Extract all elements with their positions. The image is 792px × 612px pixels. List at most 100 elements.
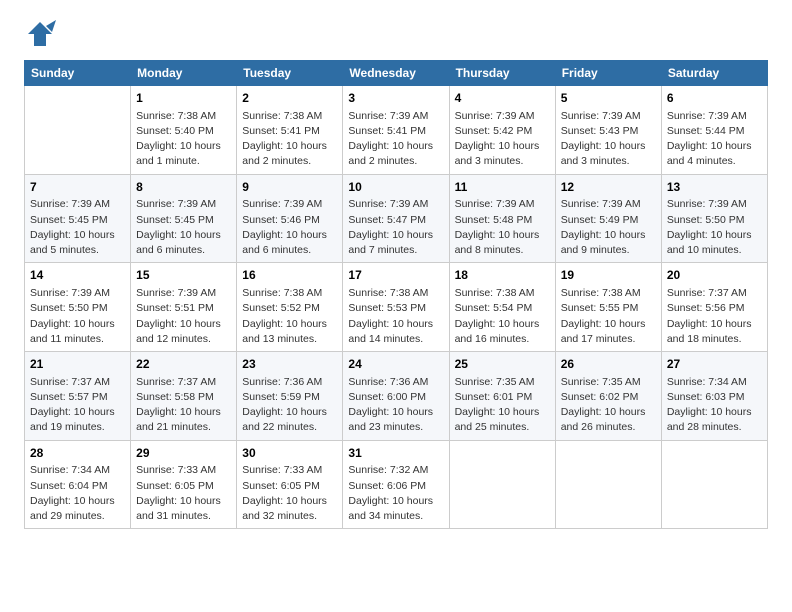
day-number: 24 — [348, 356, 443, 373]
calendar-header-row: SundayMondayTuesdayWednesdayThursdayFrid… — [25, 61, 768, 86]
day-number: 27 — [667, 356, 762, 373]
day-info: Sunrise: 7:39 AMSunset: 5:49 PMDaylight:… — [561, 197, 656, 258]
calendar-cell: 2 Sunrise: 7:38 AMSunset: 5:41 PMDaylight… — [237, 86, 343, 175]
day-number: 14 — [30, 267, 125, 284]
day-number: 18 — [455, 267, 550, 284]
calendar-cell: 8Sunrise: 7:39 AMSunset: 5:45 PMDaylight… — [131, 174, 237, 263]
day-info: Sunrise: 7:39 AMSunset: 5:50 PMDaylight:… — [30, 286, 125, 347]
day-number: 28 — [30, 445, 125, 462]
day-number: 4 — [455, 90, 550, 107]
day-info: Sunrise: 7:37 AMSunset: 5:57 PMDaylight:… — [30, 375, 125, 436]
day-info: Sunrise: 7:39 AMSunset: 5:41 PMDaylight:… — [348, 109, 443, 170]
day-info: Sunrise: 7:39 AMSunset: 5:48 PMDaylight:… — [455, 197, 550, 258]
day-info: Sunrise: 7:39 AMSunset: 5:51 PMDaylight:… — [136, 286, 231, 347]
day-info: Sunrise: 7:38 AMSunset: 5:40 PMDaylight:… — [136, 109, 231, 170]
day-info: Sunrise: 7:34 AMSunset: 6:04 PMDaylight:… — [30, 463, 125, 524]
day-number: 6 — [667, 90, 762, 107]
calendar-cell — [25, 86, 131, 175]
calendar-cell: 18Sunrise: 7:38 AMSunset: 5:54 PMDayligh… — [449, 263, 555, 352]
calendar-week-row: 21 Sunrise: 7:37 AMSunset: 5:57 PMDayligh… — [25, 352, 768, 441]
day-number: 20 — [667, 267, 762, 284]
day-info: Sunrise: 7:38 AMSunset: 5:52 PMDaylight:… — [242, 286, 337, 347]
calendar-cell: 13Sunrise: 7:39 AMSunset: 5:50 PMDayligh… — [661, 174, 767, 263]
calendar-cell — [555, 440, 661, 529]
logo-icon — [24, 20, 56, 48]
weekday-header: Sunday — [25, 61, 131, 86]
calendar-cell: 6 Sunrise: 7:39 AMSunset: 5:44 PMDaylight… — [661, 86, 767, 175]
calendar-cell: 12Sunrise: 7:39 AMSunset: 5:49 PMDayligh… — [555, 174, 661, 263]
logo — [24, 20, 58, 48]
day-info: Sunrise: 7:37 AMSunset: 5:56 PMDaylight:… — [667, 286, 762, 347]
day-number: 2 — [242, 90, 337, 107]
calendar-cell: 19 Sunrise: 7:38 AMSunset: 5:55 PMDayligh… — [555, 263, 661, 352]
calendar-cell: 20 Sunrise: 7:37 AMSunset: 5:56 PMDayligh… — [661, 263, 767, 352]
calendar-cell: 7Sunrise: 7:39 AMSunset: 5:45 PMDaylight… — [25, 174, 131, 263]
day-info: Sunrise: 7:37 AMSunset: 5:58 PMDaylight:… — [136, 375, 231, 436]
day-info: Sunrise: 7:35 AMSunset: 6:02 PMDaylight:… — [561, 375, 656, 436]
day-info: Sunrise: 7:38 AMSunset: 5:53 PMDaylight:… — [348, 286, 443, 347]
day-info: Sunrise: 7:38 AMSunset: 5:41 PMDaylight:… — [242, 109, 337, 170]
weekday-header: Thursday — [449, 61, 555, 86]
day-info: Sunrise: 7:39 AMSunset: 5:50 PMDaylight:… — [667, 197, 762, 258]
day-number: 13 — [667, 179, 762, 196]
day-info: Sunrise: 7:38 AMSunset: 5:55 PMDaylight:… — [561, 286, 656, 347]
calendar-cell: 28Sunrise: 7:34 AMSunset: 6:04 PMDayligh… — [25, 440, 131, 529]
day-number: 21 — [30, 356, 125, 373]
calendar-table: SundayMondayTuesdayWednesdayThursdayFrid… — [24, 60, 768, 529]
calendar-cell: 3 Sunrise: 7:39 AMSunset: 5:41 PMDaylight… — [343, 86, 449, 175]
day-number: 25 — [455, 356, 550, 373]
calendar-cell: 15 Sunrise: 7:39 AMSunset: 5:51 PMDayligh… — [131, 263, 237, 352]
day-info: Sunrise: 7:34 AMSunset: 6:03 PMDaylight:… — [667, 375, 762, 436]
day-number: 7 — [30, 179, 125, 196]
day-number: 15 — [136, 267, 231, 284]
day-info: Sunrise: 7:39 AMSunset: 5:45 PMDaylight:… — [30, 197, 125, 258]
day-number: 16 — [242, 267, 337, 284]
day-number: 12 — [561, 179, 656, 196]
weekday-header: Monday — [131, 61, 237, 86]
calendar-cell: 9Sunrise: 7:39 AMSunset: 5:46 PMDaylight… — [237, 174, 343, 263]
calendar-cell: 14 Sunrise: 7:39 AMSunset: 5:50 PMDayligh… — [25, 263, 131, 352]
day-number: 1 — [136, 90, 231, 107]
day-info: Sunrise: 7:36 AMSunset: 6:00 PMDaylight:… — [348, 375, 443, 436]
day-number: 31 — [348, 445, 443, 462]
weekday-header: Tuesday — [237, 61, 343, 86]
day-number: 5 — [561, 90, 656, 107]
calendar-cell — [661, 440, 767, 529]
day-number: 3 — [348, 90, 443, 107]
day-info: Sunrise: 7:39 AMSunset: 5:43 PMDaylight:… — [561, 109, 656, 170]
calendar-cell — [449, 440, 555, 529]
day-info: Sunrise: 7:39 AMSunset: 5:44 PMDaylight:… — [667, 109, 762, 170]
weekday-header: Saturday — [661, 61, 767, 86]
day-info: Sunrise: 7:36 AMSunset: 5:59 PMDaylight:… — [242, 375, 337, 436]
calendar-cell: 24 Sunrise: 7:36 AMSunset: 6:00 PMDayligh… — [343, 352, 449, 441]
calendar-cell: 25 Sunrise: 7:35 AMSunset: 6:01 PMDayligh… — [449, 352, 555, 441]
day-number: 11 — [455, 179, 550, 196]
day-number: 10 — [348, 179, 443, 196]
day-number: 29 — [136, 445, 231, 462]
calendar-cell: 10Sunrise: 7:39 AMSunset: 5:47 PMDayligh… — [343, 174, 449, 263]
page: SundayMondayTuesdayWednesdayThursdayFrid… — [0, 0, 792, 545]
day-info: Sunrise: 7:33 AMSunset: 6:05 PMDaylight:… — [136, 463, 231, 524]
calendar-week-row: 14 Sunrise: 7:39 AMSunset: 5:50 PMDayligh… — [25, 263, 768, 352]
day-info: Sunrise: 7:39 AMSunset: 5:46 PMDaylight:… — [242, 197, 337, 258]
day-number: 19 — [561, 267, 656, 284]
day-number: 9 — [242, 179, 337, 196]
day-info: Sunrise: 7:39 AMSunset: 5:47 PMDaylight:… — [348, 197, 443, 258]
day-info: Sunrise: 7:32 AMSunset: 6:06 PMDaylight:… — [348, 463, 443, 524]
calendar-cell: 5 Sunrise: 7:39 AMSunset: 5:43 PMDaylight… — [555, 86, 661, 175]
calendar-cell: 26 Sunrise: 7:35 AMSunset: 6:02 PMDayligh… — [555, 352, 661, 441]
day-number: 30 — [242, 445, 337, 462]
calendar-week-row: 1 Sunrise: 7:38 AMSunset: 5:40 PMDaylight… — [25, 86, 768, 175]
day-number: 26 — [561, 356, 656, 373]
day-info: Sunrise: 7:35 AMSunset: 6:01 PMDaylight:… — [455, 375, 550, 436]
calendar-cell: 1 Sunrise: 7:38 AMSunset: 5:40 PMDaylight… — [131, 86, 237, 175]
calendar-cell: 31Sunrise: 7:32 AMSunset: 6:06 PMDayligh… — [343, 440, 449, 529]
calendar-cell: 23Sunrise: 7:36 AMSunset: 5:59 PMDayligh… — [237, 352, 343, 441]
weekday-header: Friday — [555, 61, 661, 86]
day-number: 8 — [136, 179, 231, 196]
weekday-header: Wednesday — [343, 61, 449, 86]
calendar-cell: 29Sunrise: 7:33 AMSunset: 6:05 PMDayligh… — [131, 440, 237, 529]
day-number: 17 — [348, 267, 443, 284]
header — [24, 20, 768, 48]
calendar-week-row: 28Sunrise: 7:34 AMSunset: 6:04 PMDayligh… — [25, 440, 768, 529]
